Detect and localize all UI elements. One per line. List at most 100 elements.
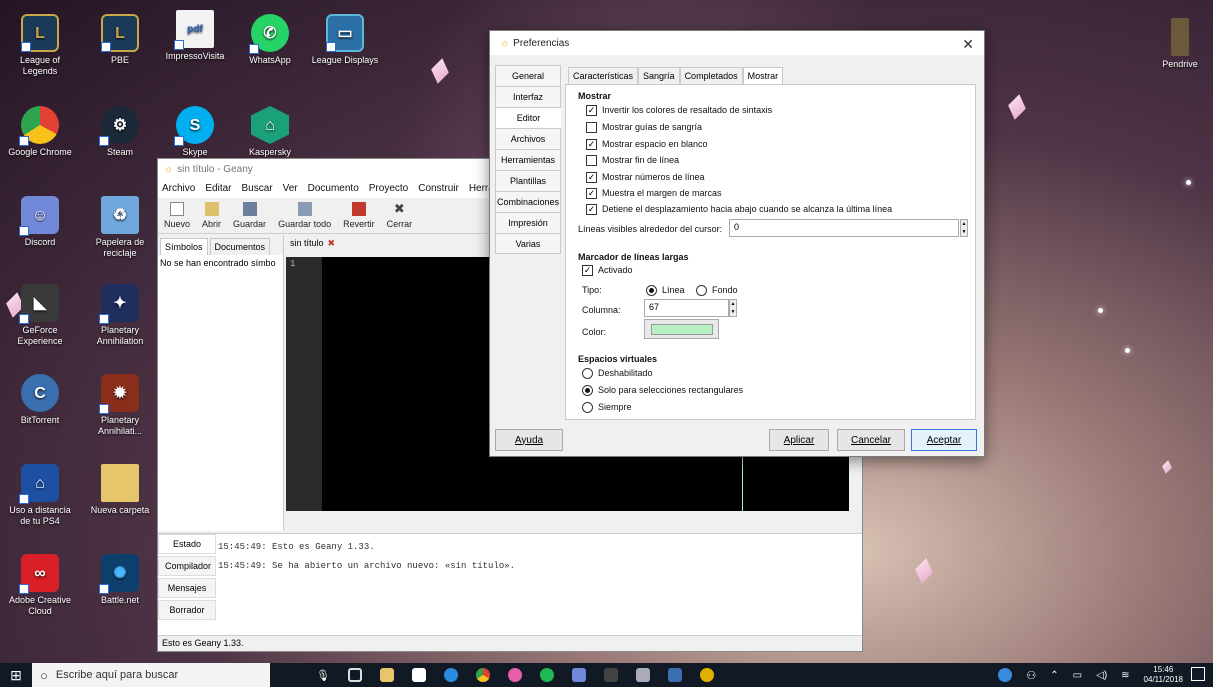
desktop-icon-discord[interactable]: ☺ Discord bbox=[5, 196, 75, 248]
menu-documento[interactable]: Documento bbox=[308, 183, 359, 194]
menu-ver[interactable]: Ver bbox=[283, 183, 298, 194]
app-icon[interactable] bbox=[667, 668, 682, 682]
app-icon[interactable] bbox=[507, 668, 522, 682]
spotify-icon[interactable] bbox=[539, 668, 554, 682]
desktop-icon-pendrive[interactable]: Pendrive bbox=[1145, 18, 1213, 70]
checkbox-line-numbers[interactable]: ✓ bbox=[586, 172, 597, 183]
cancel-button[interactable]: Cancelar bbox=[837, 429, 905, 451]
tab-scratch[interactable]: Borrador bbox=[158, 600, 216, 620]
tab-documents[interactable]: Documentos bbox=[209, 238, 271, 255]
app-icon[interactable] bbox=[603, 668, 618, 682]
windows-start-icon[interactable]: ⊞ bbox=[0, 667, 32, 684]
microphone-icon[interactable]: 🎙 bbox=[316, 669, 330, 682]
dialog-title-bar[interactable]: ☼ Preferencias bbox=[490, 31, 984, 55]
new-button[interactable]: Nuevo bbox=[164, 202, 190, 229]
checkbox-stop-scrolling[interactable]: ✓ bbox=[586, 204, 597, 215]
category-combinaciones[interactable]: Combinaciones bbox=[495, 191, 561, 212]
tab-symbols[interactable]: Símbolos bbox=[160, 238, 208, 255]
people-icon[interactable]: ⚇ bbox=[1026, 669, 1036, 682]
tab-compiler[interactable]: Compilador bbox=[158, 556, 216, 576]
close-button[interactable]: ✖ Cerrar bbox=[387, 202, 413, 230]
category-general[interactable]: General bbox=[495, 65, 561, 86]
close-icon[interactable]: ✕ bbox=[962, 36, 974, 53]
store-icon[interactable] bbox=[411, 668, 426, 682]
column-input[interactable]: 67 bbox=[644, 299, 729, 317]
color-picker-button[interactable] bbox=[644, 319, 719, 339]
category-varias[interactable]: Varias bbox=[495, 233, 561, 254]
menu-buscar[interactable]: Buscar bbox=[241, 183, 272, 194]
desktop-icon-recycle-bin[interactable]: ♻ Papelera de reciclaje bbox=[85, 196, 155, 259]
menu-construir[interactable]: Construir bbox=[418, 183, 459, 194]
revert-button[interactable]: Revertir bbox=[343, 202, 375, 229]
tab-sangria[interactable]: Sangría bbox=[638, 67, 680, 84]
tab-caracteristicas[interactable]: Características bbox=[568, 67, 639, 84]
desktop-icon-planetary-annihilation-2[interactable]: ✹ Planetary Annihilati... bbox=[85, 374, 155, 437]
desktop-icon-steam[interactable]: ⚙ Steam bbox=[85, 106, 155, 158]
accept-button[interactable]: Aceptar bbox=[911, 429, 977, 451]
edge-icon[interactable] bbox=[443, 668, 458, 682]
column-stepper[interactable]: ▲ ▼ bbox=[729, 299, 737, 317]
visible-lines-input[interactable]: 0 bbox=[729, 219, 959, 237]
checkbox-invert-colors[interactable]: ✓ bbox=[586, 105, 597, 116]
ps4-remote-icon: ⌂ bbox=[19, 464, 59, 504]
checkbox-line-endings[interactable] bbox=[586, 155, 597, 166]
chevron-up-icon[interactable]: ⌃ bbox=[1050, 670, 1058, 681]
menu-editar[interactable]: Editar bbox=[205, 183, 231, 194]
desktop-icon-chrome[interactable]: Google Chrome bbox=[5, 106, 75, 158]
category-interfaz[interactable]: Interfaz bbox=[495, 86, 561, 107]
desktop-icon-new-folder[interactable]: Nueva carpeta bbox=[85, 464, 155, 516]
save-button[interactable]: Guardar bbox=[233, 202, 266, 229]
app-icon[interactable] bbox=[635, 668, 650, 682]
radio-virtual-always[interactable] bbox=[582, 402, 593, 413]
radio-virtual-rectangular[interactable] bbox=[582, 385, 593, 396]
desktop-icon-skype[interactable]: S Skype bbox=[160, 106, 230, 158]
category-plantillas[interactable]: Plantillas bbox=[495, 170, 561, 191]
checkbox-markers-margin[interactable]: ✓ bbox=[586, 188, 597, 199]
notifications-icon[interactable] bbox=[1191, 667, 1205, 681]
desktop-icon-ps4-remote[interactable]: ⌂ Uso a distancia de tu PS4 bbox=[5, 464, 75, 527]
discord-icon[interactable] bbox=[571, 668, 586, 682]
tab-completados[interactable]: Completados bbox=[679, 67, 743, 84]
visible-lines-stepper[interactable]: ▲ ▼ bbox=[960, 219, 968, 237]
category-archivos[interactable]: Archivos bbox=[495, 128, 561, 149]
chrome-icon[interactable] bbox=[475, 668, 490, 682]
desktop-icon-adobe-cc[interactable]: ∞ Adobe Creative Cloud bbox=[5, 554, 75, 617]
file-explorer-icon[interactable] bbox=[379, 668, 394, 682]
tab-status[interactable]: Estado bbox=[158, 534, 216, 554]
close-tab-icon[interactable]: ✖ bbox=[328, 238, 336, 249]
desktop-icon-whatsapp[interactable]: ✆ WhatsApp bbox=[235, 14, 305, 66]
volume-icon[interactable]: ◁) bbox=[1096, 670, 1107, 681]
checkbox-whitespace[interactable]: ✓ bbox=[586, 139, 597, 150]
radio-type-background[interactable] bbox=[696, 285, 707, 296]
menu-proyecto[interactable]: Proyecto bbox=[369, 183, 408, 194]
checkbox-indent-guides[interactable] bbox=[586, 122, 597, 133]
help-button[interactable]: Ayuda bbox=[495, 429, 563, 451]
desktop-icon-pbe[interactable]: L PBE bbox=[85, 14, 155, 66]
desktop-icon-planetary-annihilation[interactable]: ✦ Planetary Annihilation bbox=[85, 284, 155, 347]
save-all-button[interactable]: Guardar todo bbox=[278, 202, 331, 229]
tab-mostrar[interactable]: Mostrar bbox=[742, 67, 784, 84]
task-view-icon[interactable] bbox=[347, 668, 362, 682]
apply-button[interactable]: Aplicar bbox=[769, 429, 829, 451]
clock[interactable]: 15:46 04/11/2018 bbox=[1144, 665, 1183, 685]
open-button[interactable]: Abrir bbox=[202, 202, 221, 229]
category-editor[interactable]: Editor bbox=[495, 107, 561, 128]
checkbox-long-line-activated[interactable]: ✓ bbox=[582, 265, 593, 276]
category-herramientas[interactable]: Herramientas bbox=[495, 149, 561, 170]
desktop-icon-impressovisita[interactable]: pdf ImpressoVisita bbox=[160, 10, 230, 62]
desktop-icon-league-of-legends[interactable]: L League of Legends bbox=[5, 14, 75, 77]
geany-taskbar-icon[interactable] bbox=[699, 668, 714, 682]
desktop-icon-geforce[interactable]: ◣ GeForce Experience bbox=[5, 284, 75, 347]
menu-archivo[interactable]: Archivo bbox=[162, 183, 195, 194]
tab-messages[interactable]: Mensajes bbox=[158, 578, 216, 598]
help-tray-icon[interactable] bbox=[998, 668, 1013, 682]
category-impresion[interactable]: Impresión bbox=[495, 212, 561, 233]
radio-type-line[interactable] bbox=[646, 285, 657, 296]
desktop-icon-league-displays[interactable]: ▭ League Displays bbox=[310, 14, 380, 66]
desktop-icon-bittorrent[interactable]: C BitTorrent bbox=[5, 374, 75, 426]
search-box[interactable]: ○ Escribe aquí para buscar bbox=[32, 663, 270, 687]
battery-icon[interactable]: ▭ bbox=[1073, 670, 1082, 681]
wifi-icon[interactable]: ≋ bbox=[1121, 670, 1129, 681]
desktop-icon-battlenet[interactable]: ✺ Battle.net bbox=[85, 554, 155, 606]
radio-virtual-disabled[interactable] bbox=[582, 368, 593, 379]
